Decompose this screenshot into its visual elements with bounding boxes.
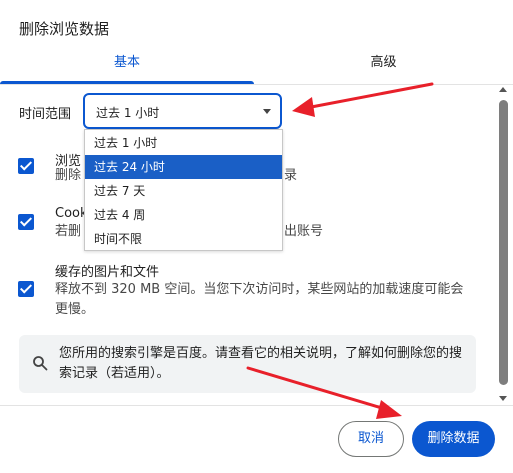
cookies-title: Cook [55,206,88,221]
tab-basic[interactable]: 基本 [0,44,254,84]
cancel-button[interactable]: 取消 [338,421,404,457]
cookies-checkbox[interactable] [18,214,34,230]
option-past-hour[interactable]: 过去 1 小时 [85,131,282,155]
scroll-up-arrow-icon[interactable] [499,87,507,92]
clear-browsing-data-dialog: 删除浏览数据 基本 高级 时间范围 过去 1 小时 过去 1 小时 过去 24 … [0,0,513,473]
dialog-title: 删除浏览数据 [19,20,110,38]
cookies-desc-start: 若删 [55,224,82,239]
browsing-history-desc-start: 删除 [55,168,82,183]
option-all-time[interactable]: 时间不限 [85,227,282,251]
scrollbar-thumb[interactable] [499,100,508,385]
tab-advanced[interactable]: 高级 [254,44,513,84]
time-range-selected-value: 过去 1 小时 [96,106,160,120]
cached-images-desc: 释放不到 320 MB 空间。当您下次访问时，某些网站的加载速度可能会更慢。 [55,282,464,317]
scroll-down-arrow-icon[interactable] [499,396,507,401]
search-icon [33,356,48,371]
browsing-history-desc-end: 录 [284,168,298,183]
cached-images-checkbox[interactable] [18,281,34,297]
cookies-desc-end: 出账号 [284,224,324,239]
browsing-history-checkbox[interactable] [18,158,34,174]
tabs-divider [0,84,513,85]
footer-divider [0,405,513,406]
search-engine-info-text: 您所用的搜索引擎是百度。请查看它的相关说明，了解如何删除您的搜索记录（若适用）。 [59,346,463,381]
annotation-arrow-to-select [292,82,434,117]
time-range-select[interactable]: 过去 1 小时 [83,93,282,129]
tab-bar: 基本 高级 [0,44,513,84]
option-past-4-weeks[interactable]: 过去 4 周 [85,203,282,227]
search-engine-info-box: 您所用的搜索引擎是百度。请查看它的相关说明，了解如何删除您的搜索记录（若适用）。 [19,335,476,393]
cached-images-title: 缓存的图片和文件 [55,265,160,280]
option-past-24-hours[interactable]: 过去 24 小时 [85,155,282,179]
time-range-dropdown: 过去 1 小时 过去 24 小时 过去 7 天 过去 4 周 时间不限 [84,129,283,251]
time-range-label: 时间范围 [19,107,72,122]
delete-data-button[interactable]: 删除数据 [412,421,495,457]
option-past-7-days[interactable]: 过去 7 天 [85,179,282,203]
dropdown-caret-icon [263,109,271,114]
